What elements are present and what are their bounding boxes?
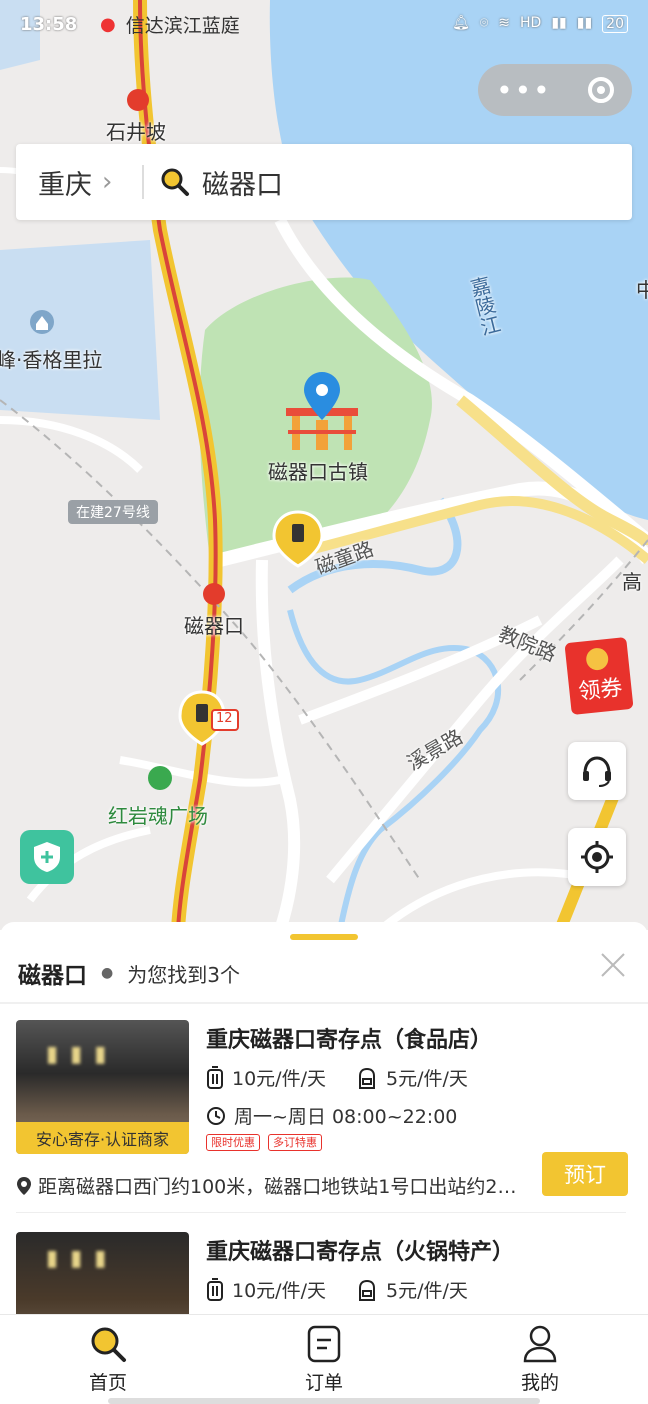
close-target-icon[interactable] [587, 77, 614, 103]
divider [16, 1212, 626, 1213]
battery-icon: 20 [602, 15, 628, 33]
city-label: 重庆 [38, 169, 92, 201]
tab-orders[interactable]: 订单 [216, 1315, 432, 1404]
promo-tags: 限时优惠 多订特惠 [206, 1134, 322, 1151]
map-label-hongyanhun: 红岩魂广场 [108, 804, 208, 828]
route-number: 12 [216, 711, 233, 726]
tab-label: 我的 [520, 1372, 559, 1394]
backpack-icon [358, 1067, 375, 1089]
customer-service-button[interactable] [568, 742, 626, 800]
clock-icon [207, 1106, 225, 1125]
map-label-ciqikou-station[interactable]: 磁器口 [184, 610, 244, 639]
divider [0, 1002, 648, 1004]
mini-program-capsule: ••• [478, 64, 632, 116]
promo-tag: 多订特惠 [268, 1134, 322, 1151]
store-sign-image: ▮▮▮ [46, 1246, 119, 1271]
map-label-shijingpo: 石井坡 [106, 120, 166, 144]
store-sign-image: ▮▮▮ [46, 1042, 119, 1067]
locate-me-button[interactable] [568, 828, 626, 886]
result-title: 重庆磁器口寄存点（食品店） [206, 1028, 493, 1053]
shield-plus-icon [34, 842, 60, 872]
chevron-right-icon: › [102, 167, 113, 197]
wifi-icon: ≋ [498, 15, 511, 31]
insurance-shield-button[interactable] [20, 830, 74, 884]
store-photo: ▮▮▮ 安心寄存·认证商家 [16, 1020, 189, 1154]
price-bag: 5元/件/天 [385, 1280, 468, 1302]
results-header: 磁器口 ● 为您找到3个 [18, 956, 240, 990]
price-bag: 5元/件/天 [385, 1068, 468, 1090]
user-icon [523, 1325, 557, 1363]
weibo-icon: ● [100, 13, 116, 35]
search-icon [91, 1327, 126, 1362]
certified-badge: 安心寄存·认证商家 [16, 1122, 189, 1154]
search-bar: 重庆 › 磁器口 [16, 144, 632, 220]
city-selector[interactable]: 重庆 › [16, 163, 142, 202]
tab-label: 首页 [88, 1372, 127, 1394]
coupon-label: 领券 [577, 675, 624, 706]
location-icon: ⌾ [479, 15, 489, 31]
status-app-name: 信达滨江蓝庭 [125, 14, 240, 37]
storage-result-card[interactable]: ▮▮▮ 安心寄存·认证商家 重庆磁器口寄存点（食品店） 10元/件/天 5元/件… [16, 1020, 632, 1216]
coupon-coin-icon [585, 647, 610, 672]
price-row: 10元/件/天 5元/件/天 [206, 1064, 498, 1091]
crosshair-icon [581, 841, 613, 873]
signal-icon: ▮▮ [576, 15, 593, 31]
tab-home[interactable]: 首页 [0, 1315, 216, 1404]
price-row: 10元/件/天 5元/件/天 [206, 1276, 498, 1303]
home-indicator [108, 1398, 540, 1404]
bell-icon: 🔔︎ [452, 15, 470, 31]
hd-icon: HD [520, 15, 542, 31]
storage-result-card[interactable]: ▮▮▮ 重庆磁器口寄存点（火锅特产） 10元/件/天 5元/件/天 [16, 1232, 632, 1314]
close-icon[interactable] [598, 950, 628, 980]
luggage-icon [207, 1277, 223, 1301]
store-photo: ▮▮▮ [16, 1232, 189, 1314]
backpack-icon [358, 1279, 375, 1301]
tab-profile[interactable]: 我的 [432, 1315, 648, 1404]
status-time: 13:58 [20, 13, 78, 35]
price-luggage: 10元/件/天 [232, 1280, 326, 1302]
coupon-button[interactable]: 领券 [564, 636, 634, 716]
signal-icon: ▮▮ [551, 15, 567, 31]
results-sheet: 磁器口 ● 为您找到3个 ▮▮▮ 安心寄存·认证商家 重庆磁器口寄存点（食品店）… [0, 922, 648, 1314]
status-icons: 🔔︎ ⌾ ≋ HD ▮▮ ▮▮ 20 [452, 15, 628, 33]
tab-label: 订单 [304, 1372, 343, 1394]
more-dots-icon[interactable]: ••• [496, 74, 552, 107]
location-pin-icon [17, 1176, 31, 1195]
opening-hours: 周一~周日 08:00~22:00 [234, 1106, 458, 1128]
headset-icon [583, 756, 611, 787]
sheet-drag-handle[interactable] [290, 934, 358, 940]
bottom-tab-bar: 首页 订单 我的 [0, 1314, 648, 1404]
order-icon [307, 1325, 341, 1363]
map-view[interactable]: 石井坡 峰·香格里拉 嘉陵江 磁器口古镇 在建27号线 磁童路 磁器口 教院路 … [0, 0, 648, 930]
promo-tag: 限时优惠 [206, 1134, 260, 1151]
status-bar: 13:58 ● 信达滨江蓝庭 🔔︎ ⌾ ≋ HD ▮▮ ▮▮ 20 [0, 0, 648, 48]
luggage-icon [207, 1065, 223, 1089]
results-count: 为您找到3个 [127, 962, 240, 987]
address-text: 距离磁器口西门约100米，磁器口地铁站1号口出站约2… [38, 1176, 517, 1198]
search-input[interactable]: 磁器口 [202, 163, 283, 202]
map-label-shangrila: 峰·香格里拉 [0, 348, 103, 372]
hours-row: 周一~周日 08:00~22:00 [206, 1102, 457, 1129]
book-button[interactable]: 预订 [542, 1152, 628, 1196]
result-title: 重庆磁器口寄存点（火锅特产） [206, 1240, 515, 1265]
search-icon [161, 168, 189, 196]
map-label-zhong: 中 [636, 278, 648, 302]
map-label-gao: 高 [622, 570, 642, 594]
price-luggage: 10元/件/天 [232, 1068, 326, 1090]
separator-dot: ● [101, 965, 114, 981]
metro-line-badge: 在建27号线 [68, 500, 158, 524]
map-label-ciqikou-town[interactable]: 磁器口古镇 [268, 456, 368, 485]
divider [142, 165, 144, 199]
address-row: 距离磁器口西门约100米，磁器口地铁站1号口出站约2… [16, 1172, 536, 1199]
results-query: 磁器口 [18, 963, 87, 989]
